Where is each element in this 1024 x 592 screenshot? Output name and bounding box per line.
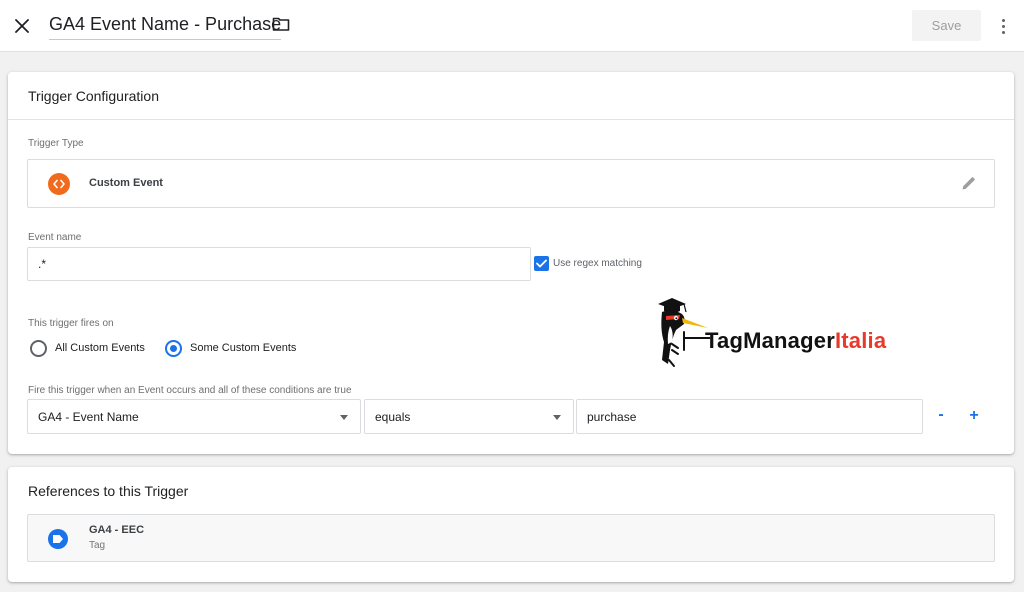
woodpecker-logo xyxy=(658,298,710,367)
trigger-type-value: Custom Event xyxy=(89,177,163,189)
code-icon xyxy=(53,179,65,189)
condition-value-input[interactable]: purchase xyxy=(576,399,923,434)
condition-variable-value: GA4 - Event Name xyxy=(38,410,139,424)
tag-icon xyxy=(53,535,63,543)
check-icon xyxy=(536,259,547,268)
condition-operator-value: equals xyxy=(375,410,411,424)
reference-name: GA4 - EEC xyxy=(89,524,145,536)
add-condition-button[interactable]: + xyxy=(965,407,983,425)
fires-on-label: This trigger fires on xyxy=(28,318,114,329)
divider xyxy=(8,119,1014,120)
event-name-input[interactable]: .* xyxy=(27,247,531,281)
more-options-button[interactable] xyxy=(992,13,1014,39)
references-card: References to this Trigger GA4 - EEC Tag xyxy=(8,467,1014,582)
section-title: Trigger Configuration xyxy=(28,88,159,104)
radio-all-custom-events[interactable] xyxy=(30,340,47,357)
save-button[interactable]: Save xyxy=(912,10,981,41)
references-title: References to this Trigger xyxy=(28,483,189,499)
radio-some-label[interactable]: Some Custom Events xyxy=(190,342,296,354)
close-button[interactable] xyxy=(8,12,36,40)
condition-variable-select[interactable]: GA4 - Event Name xyxy=(27,399,361,434)
radio-some-custom-events[interactable] xyxy=(165,340,182,357)
chevron-down-icon xyxy=(340,415,348,420)
folder-icon xyxy=(272,17,290,31)
custom-event-icon xyxy=(48,173,70,195)
reference-type: Tag xyxy=(89,540,106,551)
tagmanageritalia-logo: TagManagerItalia xyxy=(648,298,928,370)
conditions-label: Fire this trigger when an Event occurs a… xyxy=(28,385,352,396)
trigger-title[interactable]: GA4 Event Name - Purchase xyxy=(49,14,282,40)
reference-item[interactable]: GA4 - EEC Tag xyxy=(27,514,995,562)
event-name-label: Event name xyxy=(28,232,82,243)
top-bar: GA4 Event Name - Purchase Save xyxy=(0,0,1024,52)
folder-button[interactable] xyxy=(272,16,290,37)
logo-brand: TagManager xyxy=(705,328,835,353)
trigger-type-label: Trigger Type xyxy=(28,138,84,149)
more-vert-icon xyxy=(1001,18,1005,22)
radio-all-label[interactable]: All Custom Events xyxy=(55,342,145,354)
logo-wordmark: TagManagerItalia xyxy=(705,328,886,354)
tag-icon-badge xyxy=(48,529,68,549)
edit-trigger-type-button[interactable] xyxy=(960,174,978,197)
regex-label[interactable]: Use regex matching xyxy=(553,258,642,269)
remove-condition-button[interactable]: - xyxy=(932,407,950,425)
trigger-type-selector[interactable]: Custom Event xyxy=(27,159,995,208)
condition-operator-select[interactable]: equals xyxy=(364,399,574,434)
logo-brand-accent: Italia xyxy=(834,328,887,353)
regex-checkbox[interactable] xyxy=(534,256,549,271)
close-icon xyxy=(15,19,29,33)
chevron-down-icon xyxy=(553,415,561,420)
trigger-configuration-card: Trigger Configuration Trigger Type Custo… xyxy=(8,72,1014,454)
pencil-icon xyxy=(962,176,976,190)
